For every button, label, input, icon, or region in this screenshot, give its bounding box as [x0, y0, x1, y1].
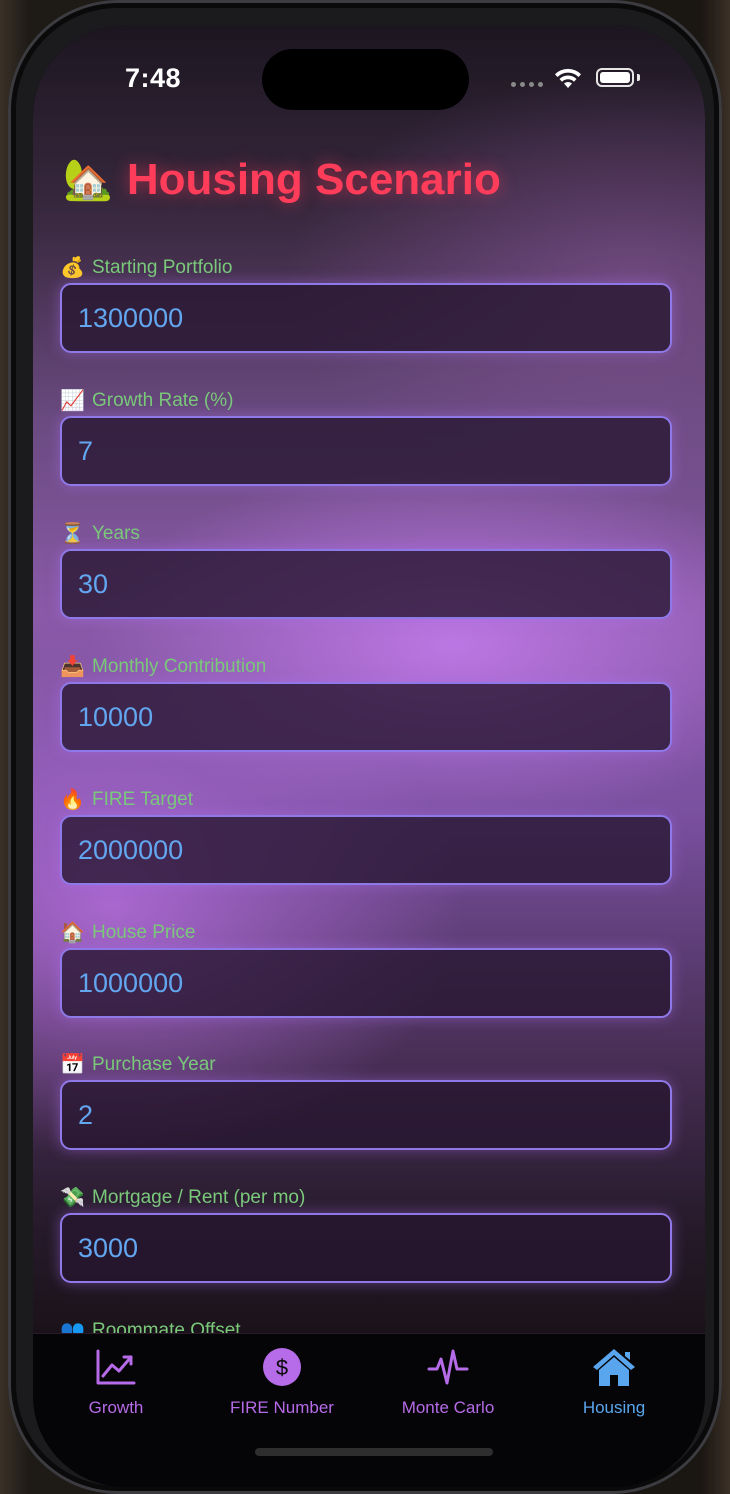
page-title-text: Housing Scenario — [126, 155, 501, 204]
tab-label: FIRE Number — [230, 1398, 334, 1417]
field-label-text: Growth Rate (%) — [92, 389, 234, 411]
field-label-text: Starting Portfolio — [92, 256, 233, 278]
field-label: ⏳ Years — [60, 521, 140, 546]
tab-fire-number[interactable]: $ FIRE Number — [199, 1334, 365, 1434]
page-title: 🏡 Housing Scenario — [63, 155, 501, 205]
wifi-icon — [553, 67, 583, 94]
field-label-text: FIRE Target — [92, 788, 194, 810]
house-price-input[interactable] — [60, 948, 672, 1018]
field-label: 🔥 FIRE Target — [60, 787, 193, 812]
field-label-text: Purchase Year — [92, 1053, 216, 1075]
field-label: 📅 Purchase Year — [60, 1052, 216, 1077]
status-time: 7:48 — [125, 63, 182, 93]
mortgage-rent-input[interactable] — [60, 1213, 672, 1283]
chart-increasing-icon: 📈 — [60, 390, 85, 412]
money-with-wings-icon: 💸 — [60, 1187, 85, 1209]
chart-line-icon — [94, 1344, 138, 1390]
calendar-icon: 📅 — [60, 1054, 85, 1076]
tab-monte-carlo[interactable]: Monte Carlo — [365, 1334, 531, 1434]
tab-label: Monte Carlo — [401, 1398, 495, 1417]
field-label: 🏠 House Price — [60, 920, 196, 945]
cellular-signal-icon — [511, 82, 543, 87]
battery-tip — [637, 74, 640, 81]
monthly-contribution-input[interactable] — [60, 682, 672, 752]
field-label-text: Monthly Contribution — [92, 655, 267, 677]
field-label: 💸 Mortgage / Rent (per mo) — [60, 1185, 305, 1210]
house-emoji-icon: 🏡 — [63, 158, 113, 202]
years-input[interactable] — [60, 549, 672, 619]
money-bag-icon: 💰 — [60, 257, 85, 279]
home-indicator[interactable] — [255, 1448, 493, 1456]
tab-housing[interactable]: Housing — [531, 1334, 697, 1434]
field-label-text: Mortgage / Rent (per mo) — [92, 1186, 306, 1208]
waveform-icon — [426, 1344, 470, 1390]
inbox-tray-icon: 📥 — [60, 656, 85, 678]
hourglass-icon: ⏳ — [60, 523, 85, 545]
tab-label: Growth — [88, 1398, 144, 1417]
field-label-text: Years — [92, 522, 140, 544]
dollar-circle-icon: $ — [262, 1344, 302, 1390]
tab-bar: Growth $ FIRE Number Monte Carlo Housing — [33, 1333, 705, 1487]
growth-rate-input[interactable] — [60, 416, 672, 486]
field-label: 📈 Growth Rate (%) — [60, 388, 233, 413]
dynamic-island — [262, 49, 469, 110]
phone-frame: 7:48 🏡 Housing Scenario 💰 Starting Portf — [8, 0, 722, 1494]
phone-screen: 7:48 🏡 Housing Scenario 💰 Starting Portf — [33, 25, 705, 1487]
field-label: 📥 Monthly Contribution — [60, 654, 266, 679]
fire-target-input[interactable] — [60, 815, 672, 885]
starting-portfolio-input[interactable] — [60, 283, 672, 353]
tab-growth[interactable]: Growth — [33, 1334, 199, 1434]
purchase-year-input[interactable] — [60, 1080, 672, 1150]
tab-label: Housing — [582, 1398, 646, 1417]
field-label: 💰 Starting Portfolio — [60, 255, 232, 280]
house-icon — [591, 1344, 637, 1390]
fire-icon: 🔥 — [60, 789, 85, 811]
house-icon: 🏠 — [60, 922, 85, 944]
battery-icon — [596, 68, 634, 87]
field-label-text: House Price — [92, 921, 196, 943]
svg-text:$: $ — [276, 1355, 288, 1380]
